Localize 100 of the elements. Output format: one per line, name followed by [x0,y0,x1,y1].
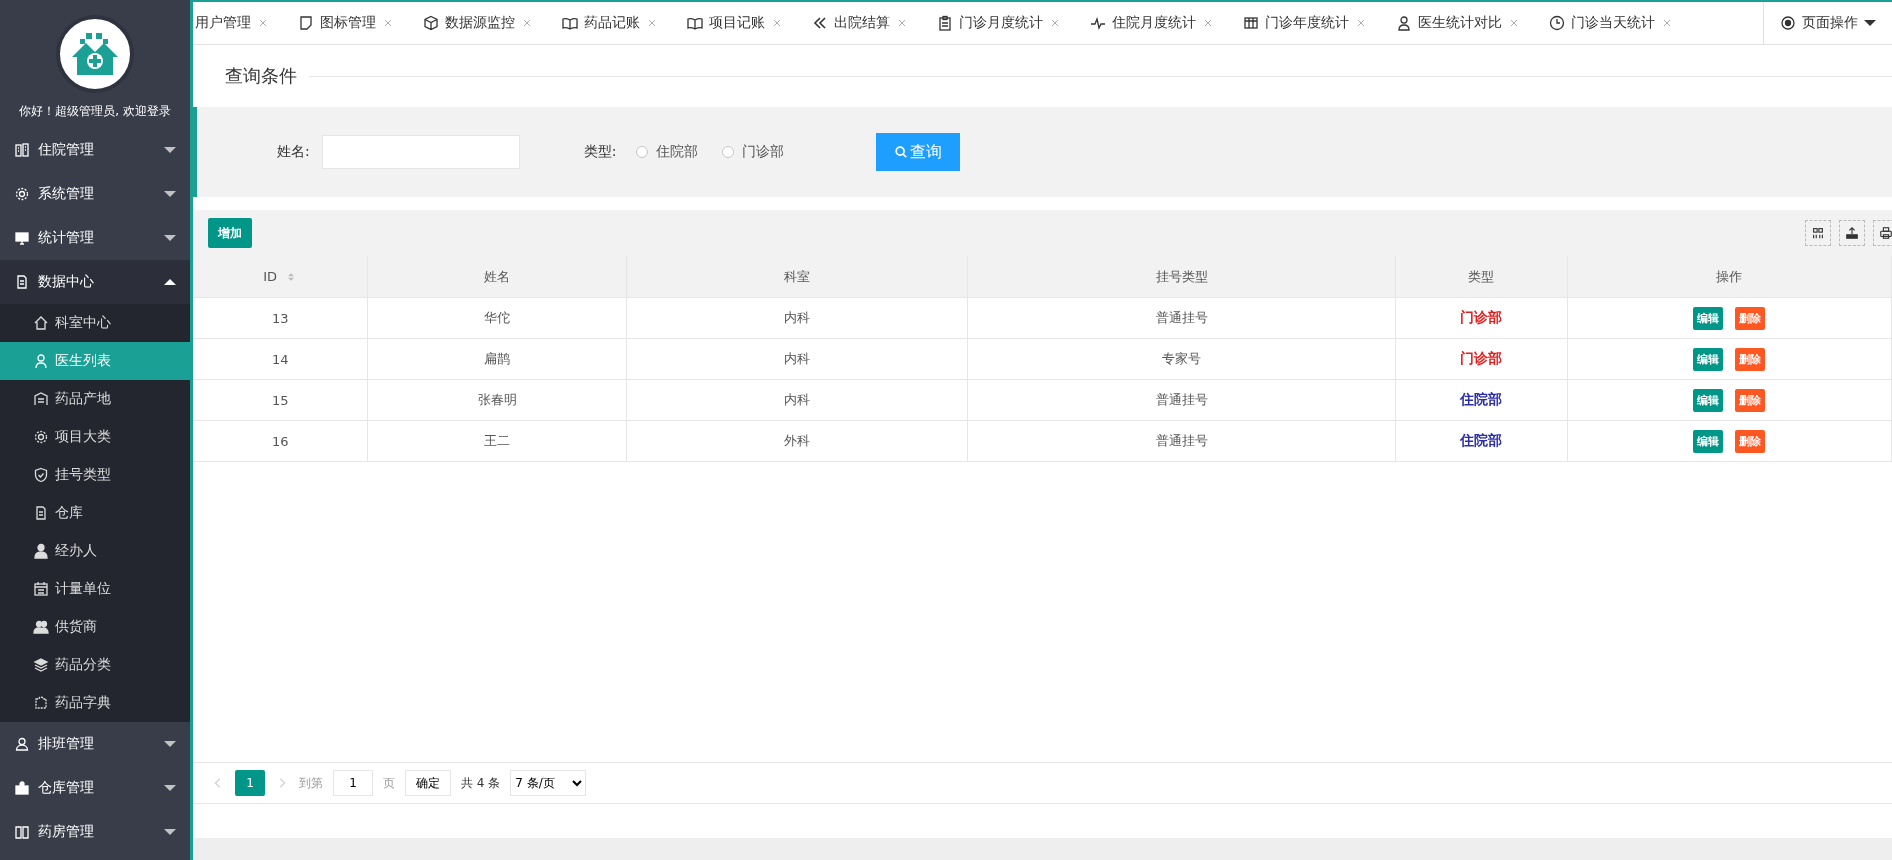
sidebar-menu-item[interactable]: 统计管理 [0,216,190,260]
name-input[interactable] [321,135,520,169]
total-count: 共 4 条 [461,774,501,792]
book-icon [687,15,703,31]
radio-option[interactable]: 住院部 [636,143,699,161]
page-button[interactable]: 1 [235,770,265,796]
tab[interactable]: 药品记账 [547,2,672,44]
clock-icon [1549,15,1565,31]
type-tag: 门诊部 [1460,309,1503,325]
sidebar-item[interactable]: 药品分类 [0,646,190,684]
person-icon [33,543,49,559]
edit-button[interactable]: 编辑 [1693,347,1724,371]
house-icon [33,315,49,331]
page-input[interactable]: 1 [333,770,373,796]
tab[interactable]: 住院月度统计 [1075,2,1228,44]
sidebar-menu-item[interactable]: 仓库管理 [0,766,190,810]
sidebar-item[interactable]: 仓库 [0,494,190,532]
search-icon [894,145,909,159]
tab[interactable]: 出院结算 [797,2,922,44]
monitor-icon [14,230,30,246]
sidebar-menu-item[interactable]: 系统管理 [0,172,190,216]
table-cell: 专家号 [1162,351,1201,366]
sidebar-menu-item[interactable]: 药房管理 [0,810,190,854]
close-icon [1661,17,1673,29]
table-cell: 15 [271,392,289,408]
book-icon [14,824,30,840]
goto-label: 到第 [299,774,323,792]
caret-icon [164,147,176,153]
sidebar-item[interactable]: 项目大类 [0,418,190,456]
close-icon [1508,17,1520,29]
confirm-button[interactable]: 确定 [405,770,451,796]
table-cell: 内科 [783,310,810,325]
table-cell: 内科 [783,392,810,407]
welcome-text: 你好！超级管理员, 欢迎登录 [19,103,171,120]
sidebar-item[interactable]: 计量单位 [0,570,190,608]
table-cell: 张春明 [477,392,517,407]
edit-button[interactable]: 编辑 [1693,429,1724,453]
add-button[interactable]: 增加 [208,218,252,248]
tab[interactable]: 门诊月度统计 [922,2,1075,44]
clipboard-icon [937,15,953,31]
sidebar-item[interactable]: 药品产地 [0,380,190,418]
sidebar-menu-item[interactable]: 住院管理 [0,128,190,172]
sidebar-menu-item[interactable]: 排班管理 [0,722,190,766]
radio-option[interactable]: 门诊部 [722,143,785,161]
pulse-icon [1090,15,1106,31]
shield-icon [33,467,49,483]
column-header: 姓名 [484,267,510,286]
close-icon [646,17,658,29]
columns-button[interactable] [1805,220,1831,246]
sidebar-item[interactable]: 挂号类型 [0,456,190,494]
hospital-logo-icon [72,33,118,75]
close-icon [1355,17,1367,29]
note-icon [298,15,314,31]
page-actions-menu[interactable]: 页面操作 [1763,2,1892,44]
close-icon [1202,17,1214,29]
page-size-select[interactable]: 7 条/页 [510,770,587,796]
column-header: 类型 [1468,267,1495,286]
caret-icon [1864,20,1876,26]
column-header: 挂号类型 [1155,267,1208,286]
edit-button[interactable]: 编辑 [1693,306,1724,330]
type-label: 类型: [583,143,617,161]
sidebar-item[interactable]: 供货商 [0,608,190,646]
tab[interactable]: 项目记账 [672,2,797,44]
user-icon [33,353,49,369]
tab[interactable]: 数据源监控 [408,2,547,44]
tab[interactable]: 用户管理 [193,2,283,44]
caret-icon [164,785,176,791]
tab[interactable]: 医生统计对比 [1381,2,1534,44]
tab[interactable]: 门诊当天统计 [1534,2,1687,44]
print-button[interactable] [1873,220,1892,246]
people-icon [33,619,49,635]
section-title: 查询条件 [225,64,297,88]
document-icon [33,505,49,521]
sidebar-item[interactable]: 经办人 [0,532,190,570]
type-tag: 住院部 [1460,391,1503,407]
export-button[interactable] [1839,220,1865,246]
sidebar-item[interactable]: 药品字典 [0,684,190,722]
radio-icon [1780,15,1796,31]
caret-icon [164,741,176,747]
tab[interactable]: 门诊年度统计 [1228,2,1381,44]
cube-icon [423,15,439,31]
table-cell: 14 [271,351,289,367]
caret-icon [164,829,176,835]
table-cell: 普通挂号 [1155,310,1208,325]
calendar-icon [33,581,49,597]
grid-icon [1811,226,1825,240]
edit-button[interactable]: 编辑 [1693,388,1724,412]
print-icon [1879,226,1892,240]
sidebar-item[interactable]: 科室中心 [0,304,190,342]
tab[interactable]: 图标管理 [283,2,408,44]
layers-icon [33,657,49,673]
user-icon [14,736,30,752]
building-icon [14,142,30,158]
table-cell: 内科 [783,351,810,366]
type-tag: 住院部 [1460,432,1503,448]
sidebar-menu-item[interactable]: 数据中心 [0,260,190,304]
table-cell: 外科 [783,433,810,448]
close-icon [1049,17,1061,29]
close-icon [257,17,269,29]
close-icon [896,17,908,29]
